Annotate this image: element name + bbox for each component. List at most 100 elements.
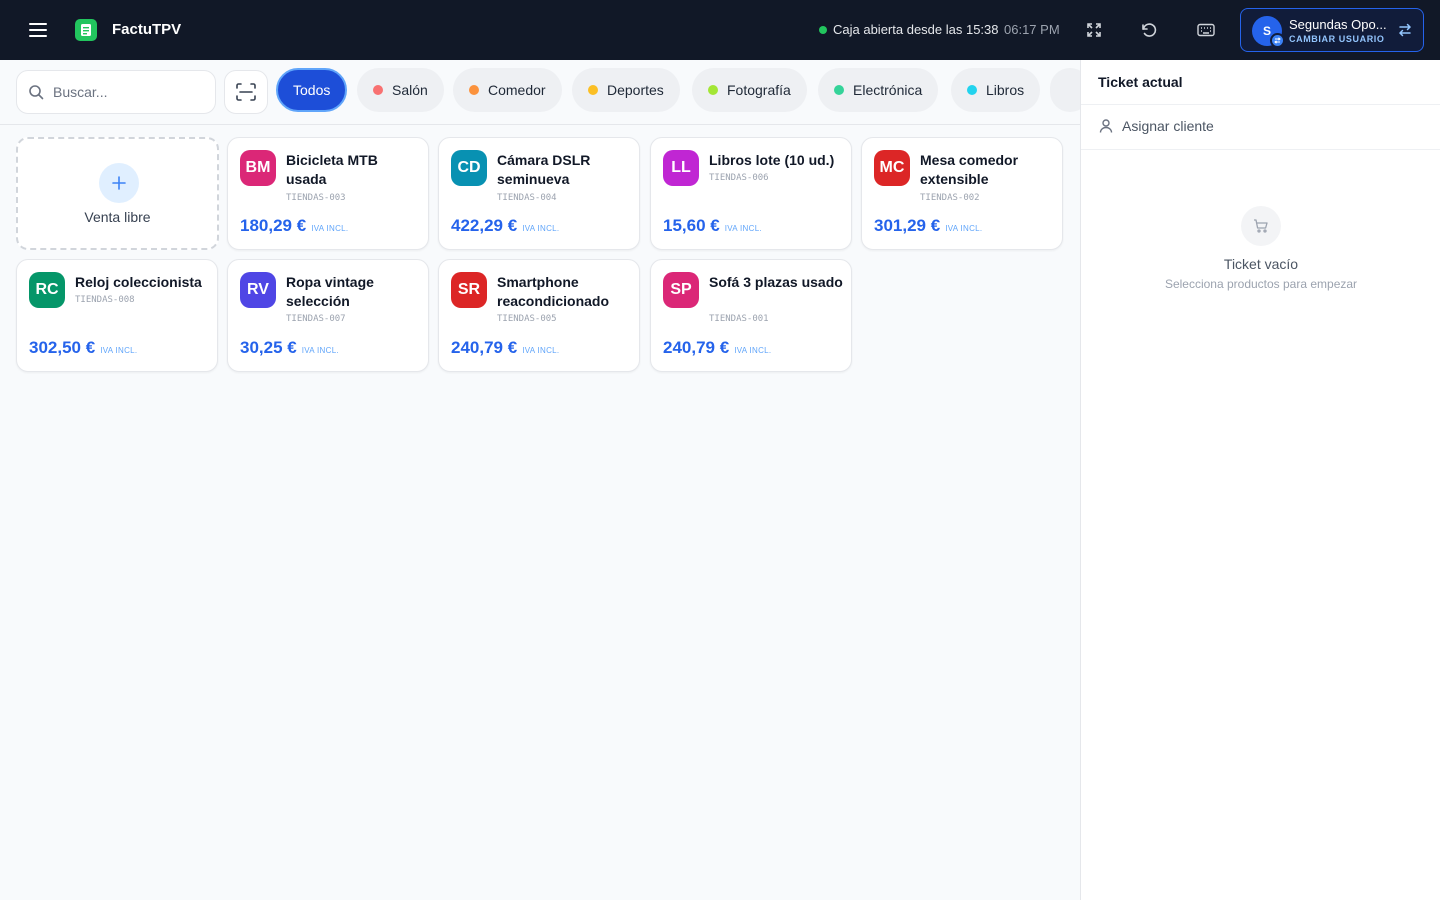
divider [1081, 104, 1440, 105]
clock: 06:17 PM [1004, 22, 1060, 37]
product-card[interactable]: BM Bicicleta MTB usada TIENDAS-003 180,2… [227, 137, 429, 250]
category-tab-salon[interactable]: Salón [357, 68, 444, 112]
category-dot-icon [967, 85, 977, 95]
category-tab-libros[interactable]: Libros [951, 68, 1041, 112]
plus-icon [99, 163, 139, 203]
user-icon [1099, 119, 1113, 133]
assign-client-label: Asignar cliente [1122, 118, 1214, 134]
avatar-initial: S [1262, 24, 1271, 38]
product-initials: RC [29, 272, 65, 308]
free-sale-label: Venta libre [84, 209, 151, 225]
product-initials: LL [663, 150, 699, 186]
avatar: S [1252, 16, 1285, 48]
product-card[interactable]: RV Ropa vintage selección TIENDAS-007 30… [227, 259, 429, 372]
category-tab-more[interactable] [1050, 68, 1080, 112]
app-title: FactuTPV [112, 21, 182, 38]
top-bar: FactuTPV Caja abierta desde las 15:38 06… [0, 0, 1440, 60]
divider [1081, 149, 1440, 150]
product-sku: TIENDAS-004 [497, 193, 557, 203]
caja-status: Caja abierta desde las 15:38 [819, 22, 999, 37]
user-name: Segundas Opo... [1289, 17, 1387, 32]
product-initials: BM [240, 150, 276, 186]
product-initials: CD [451, 150, 487, 186]
product-price: 240,79 € [451, 338, 518, 357]
product-name: Reloj coleccionista [75, 274, 202, 290]
product-card[interactable]: SP Sofá 3 plazas usado TIENDAS-001 240,7… [650, 259, 852, 372]
product-sku: TIENDAS-006 [709, 173, 769, 183]
category-dot-icon [708, 85, 718, 95]
swap-badge-icon [1270, 33, 1285, 48]
product-name: Bicicleta MTB usada [286, 152, 378, 187]
empty-ticket-subtitle: Selecciona productos para empezar [1164, 277, 1358, 291]
product-price: 301,29 € [874, 216, 941, 235]
menu-icon[interactable] [26, 18, 50, 42]
category-label: Salón [392, 82, 428, 98]
category-tab-electronica[interactable]: Electrónica [818, 68, 939, 112]
status-dot-icon [819, 25, 827, 34]
product-card[interactable]: CD Cámara DSLR seminueva TIENDAS-004 422… [438, 137, 640, 250]
category-dot-icon [469, 85, 479, 95]
product-initials: MC [874, 150, 910, 186]
product-card[interactable]: RC Reloj coleccionista TIENDAS-008 302,5… [16, 259, 218, 372]
product-name: Sofá 3 plazas usado [709, 274, 843, 290]
category-dot-icon [373, 85, 383, 95]
category-label: Libros [986, 82, 1025, 98]
iva-label: IVA INCL. [522, 224, 560, 233]
product-price: 422,29 € [451, 216, 518, 235]
filter-bar: Todos Salón Comedor Deportes Fotografía … [0, 60, 1080, 125]
cart-icon [1241, 206, 1281, 246]
ticket-title: Ticket actual [1098, 74, 1183, 90]
product-card[interactable]: SR Smartphone reacondicionado TIENDAS-00… [438, 259, 640, 372]
switch-user-button[interactable]: S Segundas Opo... CAMBIAR USUARIO [1240, 8, 1424, 52]
product-name: Mesa comedor extensible [920, 152, 1019, 187]
product-card[interactable]: MC Mesa comedor extensible TIENDAS-002 3… [861, 137, 1063, 250]
product-initials: RV [240, 272, 276, 308]
refresh-icon[interactable] [1137, 18, 1161, 42]
fullscreen-icon[interactable] [1082, 18, 1106, 42]
product-sku: TIENDAS-001 [709, 314, 769, 324]
assign-client-button[interactable]: Asignar cliente [1098, 118, 1214, 134]
category-tab-comedor[interactable]: Comedor [453, 68, 562, 112]
product-name: Cámara DSLR seminueva [497, 152, 591, 187]
ticket-panel: Ticket actual Asignar cliente Ticket vac… [1080, 60, 1440, 900]
category-tab-fotografia[interactable]: Fotografía [692, 68, 807, 112]
search-box [16, 70, 216, 114]
product-name: Libros lote (10 ud.) [709, 152, 835, 168]
product-price: 240,79 € [663, 338, 730, 357]
product-name: Ropa vintage selección [286, 274, 374, 309]
switch-user-label: CAMBIAR USUARIO [1289, 34, 1385, 44]
category-tab-deportes[interactable]: Deportes [572, 68, 680, 112]
product-price: 30,25 € [240, 338, 297, 357]
iva-label: IVA INCL. [724, 224, 762, 233]
product-sku: TIENDAS-007 [286, 314, 346, 324]
empty-ticket-title: Ticket vacío [1223, 256, 1299, 272]
product-sku: TIENDAS-005 [497, 314, 557, 324]
category-label: Deportes [607, 82, 664, 98]
product-price: 302,50 € [29, 338, 96, 357]
search-input[interactable] [53, 81, 203, 103]
iva-label: IVA INCL. [301, 346, 339, 355]
product-initials: SP [663, 272, 699, 308]
category-dot-icon [588, 85, 598, 95]
product-initials: SR [451, 272, 487, 308]
product-name: Smartphone reacondicionado [497, 274, 610, 309]
free-sale-card[interactable]: Venta libre [16, 137, 219, 250]
category-label: Comedor [488, 82, 546, 98]
product-card[interactable]: LL Libros lote (10 ud.) TIENDAS-006 15,6… [650, 137, 852, 250]
product-sku: TIENDAS-002 [920, 193, 980, 203]
iva-label: IVA INCL. [734, 346, 772, 355]
caja-status-text: Caja abierta desde las 15:38 [833, 22, 999, 37]
category-label: Todos [293, 82, 331, 98]
product-price: 180,29 € [240, 216, 307, 235]
keyboard-icon[interactable] [1194, 18, 1218, 42]
swap-icon [1398, 23, 1412, 37]
scan-icon [236, 83, 256, 101]
app-logo-icon [75, 19, 97, 41]
iva-label: IVA INCL. [945, 224, 983, 233]
product-price: 15,60 € [663, 216, 720, 235]
iva-label: IVA INCL. [100, 346, 138, 355]
product-sku: TIENDAS-003 [286, 193, 346, 203]
category-tab-todos[interactable]: Todos [276, 68, 348, 112]
iva-label: IVA INCL. [311, 224, 349, 233]
barcode-scan-button[interactable] [224, 70, 268, 114]
